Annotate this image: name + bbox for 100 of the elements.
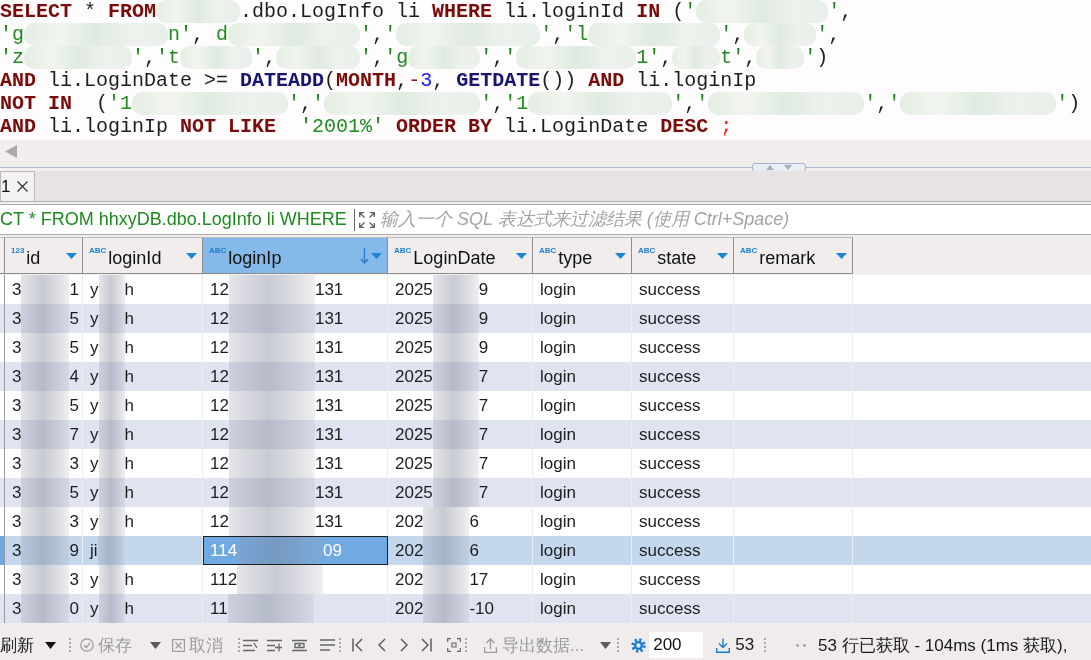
code-text: .dbo.LogInfo li WHERE li.loginId IN (' [240, 0, 697, 23]
next-icon[interactable] [400, 638, 408, 652]
cell-text: 2025 [395, 366, 433, 388]
cell-text: 2025 [395, 395, 433, 417]
cell-text: y [90, 511, 99, 533]
query-text: CT * FROM hhxyDB.dbo.LogInfo li WHERE [0, 209, 348, 230]
blur-patch [432, 304, 479, 333]
cell-text: 2025 [395, 482, 433, 504]
cell-text: 12 [210, 308, 229, 330]
lines-box-icon[interactable] [292, 638, 307, 652]
cell-text: h [124, 482, 134, 504]
lines-plus-icon[interactable] [267, 638, 282, 652]
cell-text: 7 [478, 366, 489, 388]
table-row[interactable]: 3 5 y h 12 131 2025 9 login success [0, 304, 1091, 333]
previous-icon[interactable] [378, 638, 386, 652]
blur-patch [98, 507, 125, 536]
table-row[interactable]: 3 5 y h 12 131 2025 9 login success [0, 333, 1091, 362]
cell-text: 2025 [395, 308, 433, 330]
cell-text: y [90, 366, 99, 388]
lines-icon[interactable] [243, 638, 258, 652]
table-row[interactable]: 3 3 y h 12 131 202 6 login success [0, 507, 1091, 536]
frame-icon[interactable] [447, 638, 461, 652]
cell-text: y [90, 482, 99, 504]
table-row[interactable]: 3 3 y h 12 131 2025 7 login success [0, 449, 1091, 478]
cell-text: 9 [69, 540, 79, 562]
cell-text: y [90, 598, 99, 620]
data-type-label: ABC [209, 246, 227, 255]
cell-text: 12 [210, 395, 229, 417]
cell-text: 5 [69, 395, 79, 417]
blur-patch [423, 594, 470, 623]
code-text: ','t [132, 46, 181, 69]
settings-icon[interactable] [631, 637, 647, 653]
blur-patch [432, 478, 479, 507]
code-text: 1', [636, 46, 673, 69]
cell-text: 131 [314, 424, 344, 446]
cell-text: 7 [478, 395, 489, 417]
dropdown-caret-icon[interactable] [45, 641, 56, 649]
cell-text: 7 [478, 482, 489, 504]
cell-text: 12 [210, 424, 229, 446]
first-page-icon[interactable] [352, 638, 363, 652]
cell-text: h [124, 337, 134, 359]
cell-text: 3 [12, 482, 22, 504]
blur-patch [432, 449, 479, 478]
expand-icon[interactable] [359, 211, 375, 228]
cell-text: 3 [69, 453, 79, 475]
table-row[interactable]: 3 5 y h 12 131 2025 7 login success [0, 478, 1091, 507]
cell-text: 112 [210, 569, 238, 591]
lines-icon[interactable] [320, 639, 335, 651]
cell-text: 3 [12, 453, 22, 475]
cell-text: 0 [69, 598, 79, 620]
fetch-count-button[interactable]: 53 [716, 635, 755, 655]
table-row[interactable]: 3 9 ji 114 09 202 6 login success [0, 536, 1091, 565]
refresh-button[interactable]: 刷新 [0, 633, 34, 657]
cell-text: 9 [478, 308, 489, 330]
fetch-size-field[interactable]: 200 [649, 632, 704, 658]
cell-text: 202 [395, 540, 424, 562]
cell-text: 9 [478, 279, 489, 301]
blur-patch [21, 536, 70, 565]
cell-text: 3 [12, 337, 22, 359]
blur-patch [21, 391, 70, 420]
cell-text: 114 [210, 540, 238, 562]
blur-patch [21, 362, 70, 391]
code-text: NOT IN ('1 [0, 92, 133, 115]
cell-text: 2025 [395, 453, 433, 475]
blur-patch [21, 507, 70, 536]
cell-text: 17 [469, 569, 489, 591]
cell-text: ji [90, 540, 98, 562]
table-row[interactable]: 3 1 y h 12 131 2025 9 login success [0, 275, 1091, 304]
code-text: ',' [672, 92, 709, 115]
cell-text: 3 [12, 308, 22, 330]
sql-editor[interactable] [0, 0, 1091, 140]
code-text: ',' [360, 23, 397, 46]
blur-patch [98, 362, 125, 391]
table-row[interactable]: 3 0 y h 11 202 -10 login success [0, 594, 1091, 623]
blur-patch [98, 391, 125, 420]
blur-patch [423, 565, 470, 594]
cell-text: 131 [314, 337, 344, 359]
cell-text: 3 [12, 366, 22, 388]
cell-text: 6 [469, 540, 479, 562]
table-row[interactable]: 3 3 y h 112 202 17 login success [0, 565, 1091, 594]
table-row[interactable]: 3 7 y h 12 131 2025 7 login success [0, 420, 1091, 449]
code-text: ',' [288, 92, 325, 115]
cell-text: 131 [314, 482, 344, 504]
close-icon[interactable] [17, 181, 29, 192]
last-page-icon[interactable] [421, 638, 432, 652]
table-row[interactable]: 3 4 y h 12 131 2025 7 login success [0, 362, 1091, 391]
cell-text: 12 [210, 337, 229, 359]
code-text: ', [252, 46, 277, 69]
table-row[interactable]: 3 5 y h 12 131 2025 7 login success [0, 391, 1091, 420]
cell-text: 2025 [395, 424, 433, 446]
cell-text: h [124, 511, 134, 533]
cell-text: h [124, 598, 134, 620]
cell-text: -10 [469, 598, 494, 620]
blur-patch [21, 478, 70, 507]
download-icon [716, 637, 731, 653]
result-tab[interactable]: 1 [0, 171, 36, 201]
cell-text: 7 [69, 424, 79, 446]
filter-input[interactable]: 输入一个 SQL 表达式来过滤结果 (使用 Ctrl+Space) [380, 209, 1091, 230]
filter-bar[interactable]: CT * FROM hhxyDB.dbo.LogInfo li WHERE 输入一个 SQL 表达式来过滤结果 (使用 Ctrl+Space) [0, 204, 1091, 235]
cell-text: 1 [69, 279, 79, 301]
